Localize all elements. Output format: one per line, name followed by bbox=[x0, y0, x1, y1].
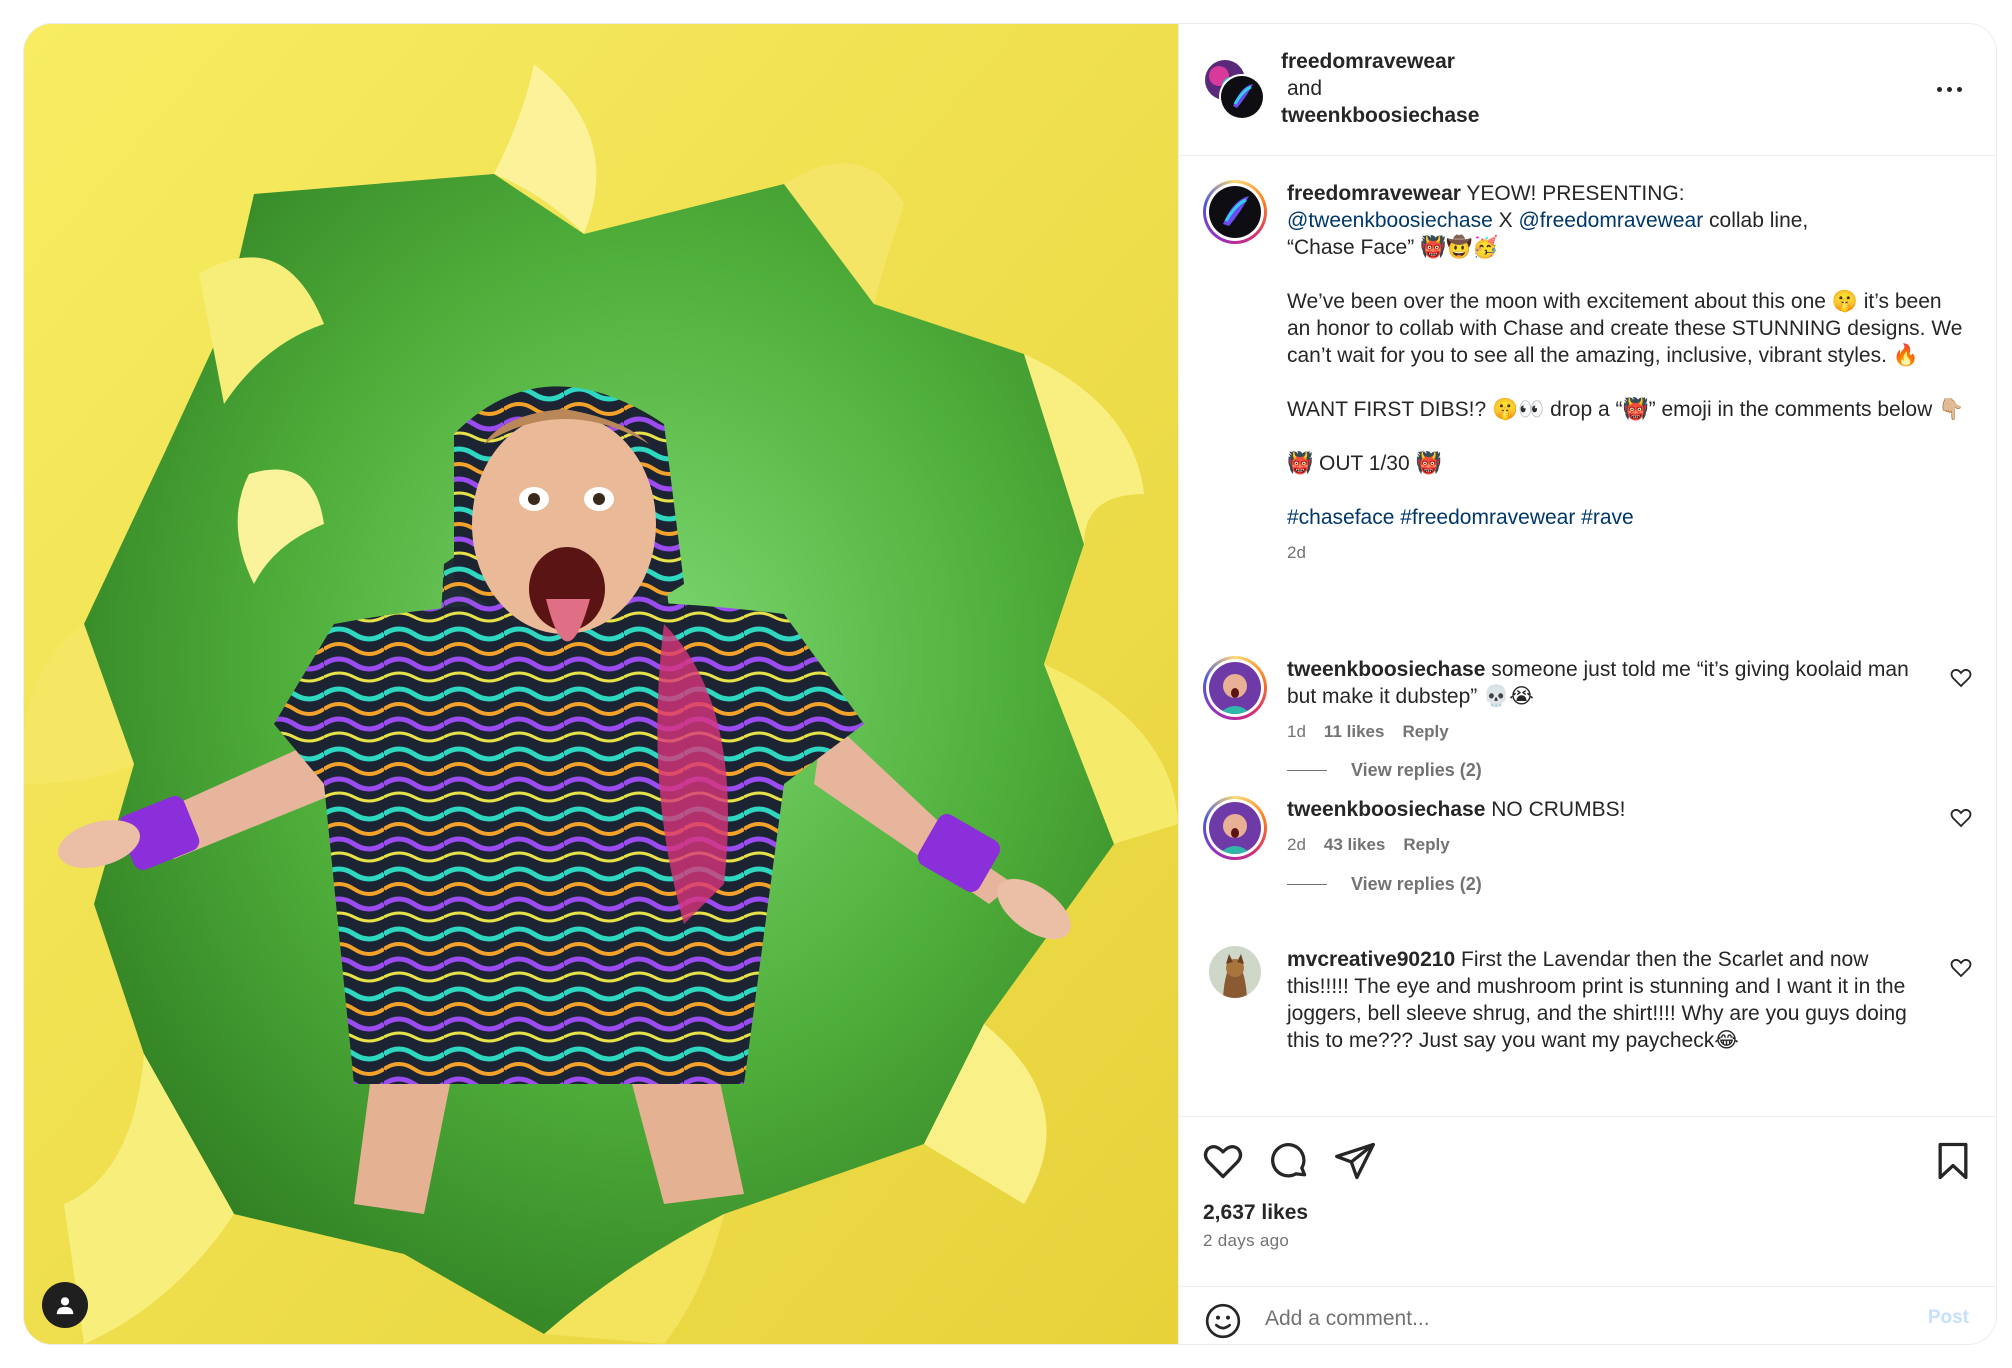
heart-icon[interactable] bbox=[1201, 1139, 1245, 1183]
comment-composer: Post bbox=[1179, 1286, 1996, 1344]
share-icon[interactable] bbox=[1333, 1139, 1377, 1183]
comments-scroll-area[interactable]: freedomravewear YEOW! PRESENTING: @tween… bbox=[1179, 156, 1996, 1116]
caption-hashtags[interactable]: #chaseface #freedomravewear #rave bbox=[1287, 504, 1967, 531]
replies-line bbox=[1287, 884, 1327, 885]
comment-likes-link[interactable]: 43 likes bbox=[1324, 835, 1385, 854]
author-joiner: and bbox=[1287, 77, 1323, 100]
author-one-link[interactable]: freedomravewear bbox=[1281, 48, 1479, 75]
caption-line-one: YEOW! PRESENTING: bbox=[1460, 182, 1685, 205]
comment-age: 2d bbox=[1287, 835, 1306, 854]
mention-link[interactable]: @freedomravewear bbox=[1518, 209, 1703, 232]
tagged-user-button[interactable] bbox=[42, 1282, 88, 1328]
caption-collab-text: collab line, bbox=[1703, 209, 1809, 232]
post-timestamp: 2 days ago bbox=[1203, 1231, 1290, 1250]
reply-button[interactable]: Reply bbox=[1402, 722, 1448, 741]
comment-text: NO CRUMBS! bbox=[1485, 798, 1626, 821]
post-comment-button[interactable]: Post bbox=[1928, 1307, 1969, 1329]
photo-scene bbox=[24, 24, 1178, 1344]
author-two-link[interactable]: tweenkboosiechase bbox=[1281, 102, 1479, 129]
comment-item: mvcreative90210 First the Lavendar then … bbox=[1203, 946, 1973, 1116]
post-header: freedomravewear and tweenkboosiechase bbox=[1179, 24, 1996, 156]
comment-age: 1d bbox=[1287, 722, 1306, 741]
comment-likes-link[interactable]: 11 likes bbox=[1324, 722, 1385, 741]
comment-meta: 2d 43 likes Reply bbox=[1287, 831, 1927, 858]
comment-item: tweenkboosiechase NO CRUMBS! 2d 43 likes R… bbox=[1203, 796, 1973, 936]
post-dialog: freedomravewear and tweenkboosiechase fr… bbox=[24, 24, 1996, 1344]
comment-meta: 1d 11 likes Reply bbox=[1287, 718, 1927, 745]
mention-link[interactable]: @tweenkboosiechase bbox=[1287, 209, 1493, 232]
view-replies-button[interactable]: View replies (2) bbox=[1287, 874, 1482, 895]
comment-like-icon[interactable] bbox=[1949, 666, 1973, 690]
comment-avatar[interactable] bbox=[1203, 796, 1267, 860]
comment-input[interactable] bbox=[1265, 1301, 1845, 1337]
caption-username-link[interactable]: freedomravewear bbox=[1287, 182, 1461, 205]
caption-chase-face: “Chase Face” 👹🤠🥳 bbox=[1287, 236, 1499, 259]
collab-avatars[interactable] bbox=[1203, 58, 1265, 120]
view-replies-label: View replies (2) bbox=[1351, 874, 1482, 894]
view-replies-label: View replies (2) bbox=[1351, 760, 1482, 780]
post-actions: 2,637 likes 2 days ago bbox=[1179, 1116, 1996, 1286]
post-side-panel: freedomravewear and tweenkboosiechase fr… bbox=[1178, 24, 1996, 1344]
reply-button[interactable]: Reply bbox=[1403, 835, 1449, 854]
post-photo[interactable] bbox=[24, 24, 1178, 1344]
comment-avatar[interactable] bbox=[1203, 656, 1267, 720]
comment-username-link[interactable]: mvcreative90210 bbox=[1287, 948, 1455, 971]
comment-like-icon[interactable] bbox=[1949, 806, 1973, 830]
comment-item: tweenkboosiechase someone just told me “… bbox=[1203, 656, 1973, 806]
comment-username-link[interactable]: tweenkboosiechase bbox=[1287, 798, 1485, 821]
likes-count[interactable]: 2,637 likes bbox=[1203, 1201, 1308, 1225]
caption-paragraph: 👹 OUT 1/30 👹 bbox=[1287, 452, 1442, 475]
caption-x-separator: X bbox=[1492, 209, 1519, 232]
more-dot-icon bbox=[1946, 86, 1952, 92]
caption-avatar[interactable] bbox=[1203, 180, 1267, 244]
caption-paragraph: We’ve been over the moon with excitement… bbox=[1287, 290, 1963, 367]
comment-avatar[interactable] bbox=[1209, 946, 1261, 998]
more-dot-icon bbox=[1936, 86, 1942, 92]
caption-age: 2d bbox=[1287, 543, 1306, 562]
comment-icon[interactable] bbox=[1267, 1139, 1311, 1183]
collab-author-names: freedomravewear and tweenkboosiechase bbox=[1281, 48, 1479, 129]
bookmark-icon[interactable] bbox=[1931, 1139, 1975, 1183]
comment-username-link[interactable]: tweenkboosiechase bbox=[1287, 658, 1485, 681]
comment-body: tweenkboosiechase NO CRUMBS! 2d 43 likes R… bbox=[1287, 796, 1927, 858]
comment-like-icon[interactable] bbox=[1949, 956, 1973, 980]
caption-text: freedomravewear YEOW! PRESENTING: @tween… bbox=[1287, 180, 1967, 566]
avatar-tweenkboosiechase[interactable] bbox=[1219, 74, 1265, 120]
caption-meta: 2d bbox=[1287, 539, 1967, 566]
view-replies-button[interactable]: View replies (2) bbox=[1287, 760, 1482, 781]
caption-paragraph: WANT FIRST DIBS!? 🤫👀 drop a “👹” emoji in… bbox=[1287, 398, 1965, 421]
comment-body: tweenkboosiechase someone just told me “… bbox=[1287, 656, 1927, 745]
replies-line bbox=[1287, 770, 1327, 771]
emoji-icon[interactable] bbox=[1203, 1301, 1243, 1341]
more-dot-icon bbox=[1956, 86, 1962, 92]
comment-body: mvcreative90210 First the Lavendar then … bbox=[1287, 946, 1927, 1054]
more-options-button[interactable] bbox=[1929, 74, 1969, 104]
person-icon bbox=[56, 1297, 74, 1315]
